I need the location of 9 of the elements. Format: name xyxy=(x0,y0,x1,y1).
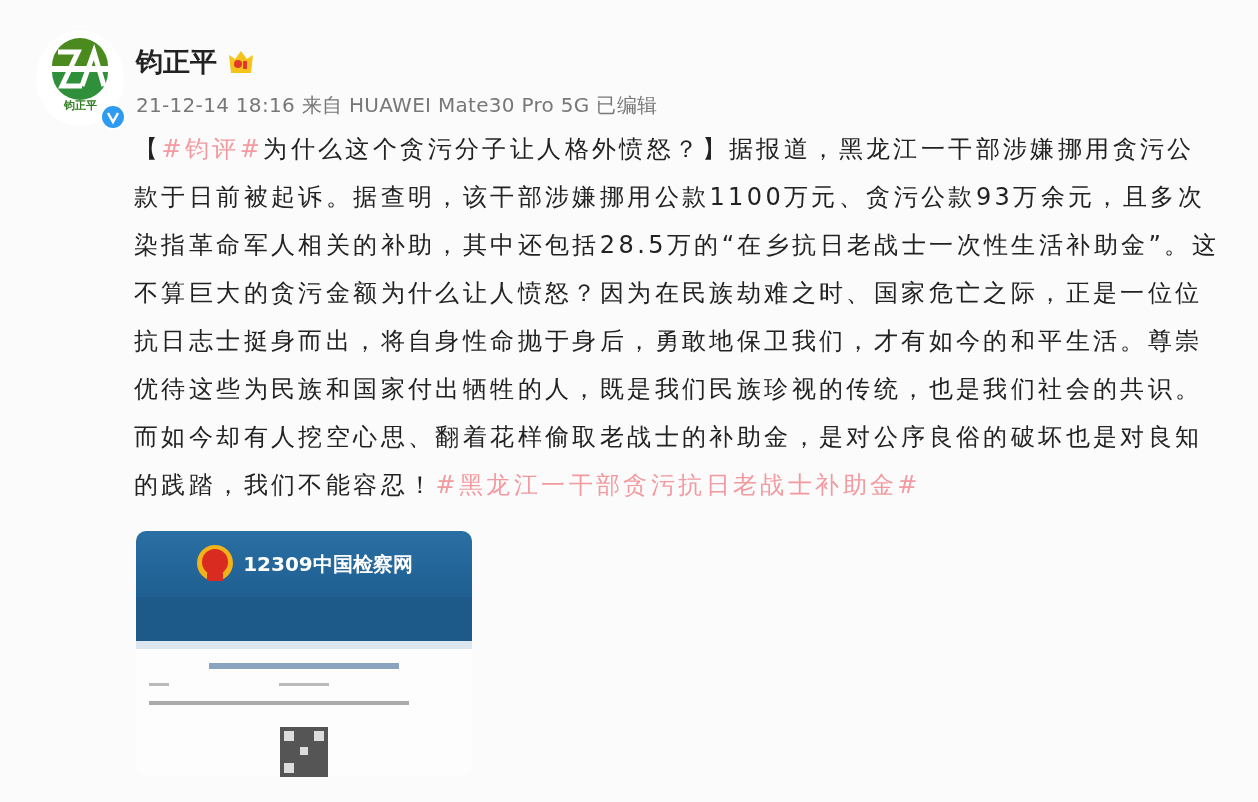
qr-code-icon xyxy=(280,727,328,777)
crown-icon xyxy=(227,49,255,75)
verified-icon xyxy=(100,104,126,130)
avatar-caption: 钧正平 xyxy=(63,98,97,113)
post-meta: 21-12-14 18:16 来自 HUAWEI Mate30 Pro 5G 已编辑 xyxy=(136,92,659,119)
site-title: 12309中国检察网 xyxy=(243,550,413,578)
post-text: 【#钧评#为什么这个贪污分子让人格外愤怒？】据报道，黑龙江一干部涉嫌挪用贪污公款于日前被起诉。据查明，该干部涉嫌挪用公款1100万元、贪污公款93万余元，且多次染指革命军人相关的补助，其中还包括28.5万的“在乡抗日老战士一次性生活补助金”。这不算巨大的贪污金额为什么让人愤怒？因为在民族劫难之时、国家危亡之际，正是一位位抗日志士挺身而出，将自身性命抛于身后，勇敢地保卫我们，才有如今的和平生活。尊崇优待这些为民族和国家付出牺牲的人，既是我们民族珍视的传统，也是我们社会的共识。而如今却有人挖空心思、翻着花样偷取老战士的补助金，是对公序良俗的破坏也是对良知的践踏，我们不能容忍！#黑龙江一干部贪污抗日老战士补助金# xyxy=(134,134,1221,501)
website-screenshot[interactable]: 12309中国检察网 xyxy=(136,531,472,777)
author-name[interactable]: 钧正平 xyxy=(136,44,217,80)
